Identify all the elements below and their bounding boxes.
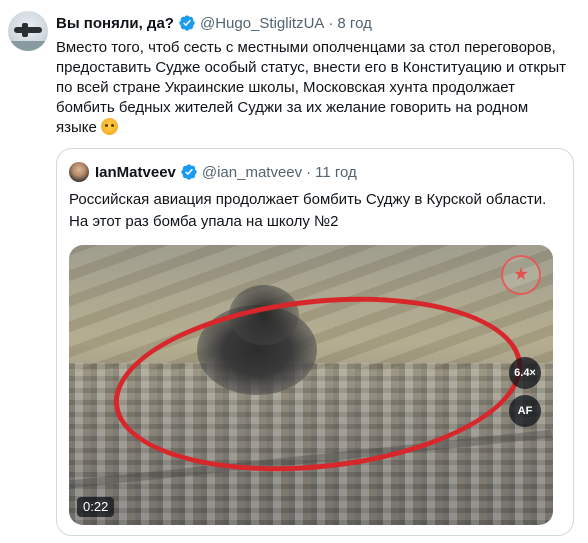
plane-avatar-icon — [14, 27, 42, 33]
video-player[interactable]: 6.4× AF 0:22 — [69, 245, 553, 525]
tweet-timestamp[interactable]: 8 год — [337, 15, 371, 32]
quoted-tweet[interactable]: IanMatveev @ian_matveev · 11 год Российс… — [56, 148, 574, 536]
quoted-author-avatar[interactable] — [69, 162, 89, 182]
af-button[interactable]: AF — [509, 395, 541, 427]
tweet-text-line: по всей стране Украинские школы, Московс… — [56, 79, 516, 96]
tweet-text-line: Вместо того, чтоб сесть с местными ополч… — [56, 39, 556, 56]
tweet[interactable]: Вы поняли, да? @Hugo_StiglitzUA · 8 год … — [0, 0, 588, 543]
verified-badge-icon — [181, 164, 197, 180]
author-avatar[interactable] — [8, 11, 48, 51]
quoted-text-line: На этот раз бомба упала на школу №2 — [69, 213, 339, 230]
tweet-text-last-word: языке — [56, 119, 97, 136]
quoted-tweet-timestamp[interactable]: 11 год — [315, 164, 357, 181]
quoted-tweet-header: IanMatveev @ian_matveev · 11 год — [69, 161, 357, 183]
playback-speed-button[interactable]: 6.4× — [509, 357, 541, 389]
video-duration: 0:22 — [77, 497, 115, 517]
tweet-text-line: бомбить бедных жителей Суджи за их желан… — [56, 99, 529, 116]
author-handle[interactable]: @Hugo_StiglitzUA — [200, 15, 324, 32]
author-display-name[interactable]: Вы поняли, да? — [56, 15, 174, 32]
separator-dot: · — [328, 14, 334, 32]
quoted-text-line: Российская авиация продолжает бомбить Су… — [69, 191, 547, 208]
avatar-ground — [8, 41, 48, 51]
star-logo-icon — [501, 255, 541, 295]
quoted-author-display-name[interactable]: IanMatveev — [95, 164, 176, 181]
tweet-text-line: предоставить Судже особый статус, внести… — [56, 59, 566, 76]
quoted-author-handle[interactable]: @ian_matveev — [202, 164, 302, 181]
tweet-header: Вы поняли, да? @Hugo_StiglitzUA · 8 год — [56, 13, 372, 33]
verified-badge-icon — [179, 15, 195, 31]
separator-dot: · — [306, 163, 312, 181]
hugging-face-icon — [101, 118, 119, 135]
plane-wing — [22, 23, 28, 37]
tweet-text-line-last: языке — [56, 118, 576, 138]
tweet-body: Вместо того, чтоб сесть с местными ополч… — [56, 38, 576, 138]
quoted-tweet-body: Российская авиация продолжает бомбить Су… — [69, 189, 564, 233]
